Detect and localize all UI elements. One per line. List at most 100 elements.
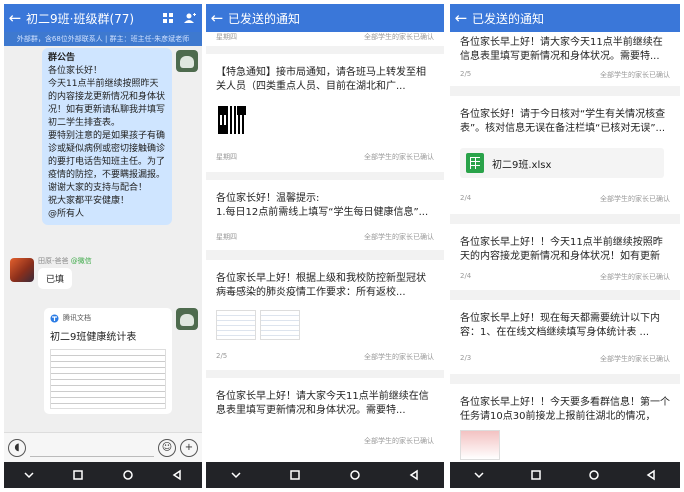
notice-text: 各位家长早上好！现在每天都需要统计以下内容：1、在在线文档继续填写身体统计表 .… [460,313,660,338]
message-list[interactable]: 群公告 各位家长好！ 今天11点半前继续按照昨天的内容接龙更新情况和身体状况！如… [4,46,202,432]
back-triangle-icon[interactable] [645,469,657,481]
notice-text: 各位家长早上好！！今天11点半前继续按照昨天的内容接龙更新情况和身体状况！如有更… [460,237,663,262]
announcement-line: @所有人 [48,209,85,219]
back-arrow-icon[interactable]: ← [4,4,26,32]
notice-date: 2/3 [460,354,472,362]
parent-avatar[interactable] [10,258,34,282]
announcement-line: 要特别注意的是如果孩子有确诊或疑似病例或密切接触确诊的要打电话告知班主任。为了疫… [48,131,166,193]
home-circle-icon[interactable] [122,469,134,481]
spreadsheet-icon [466,153,484,173]
notice-card[interactable]: 各位家长早上好！！今天11点半前继续按照昨天的内容接龙更新情况和身体状况！如有更… [450,224,680,290]
notice-list[interactable]: 各位家长早上好！请大家今天11点半前继续在信息表里填写更新情况和身体状况。需要特… [450,32,680,462]
notice-date: 2/4 [460,194,472,202]
chat-subtitle: 外部群，含68位外部联系人 | 群主：班主任-朱彦斌老师 [4,32,202,46]
notices-screen-2: ← 已发送的通知 各位家长早上好！请大家今天11点半前继续在信息表里填写更新情况… [450,4,680,488]
chat-screen: ← 初二9班·班级群(77) 外部群，含68位外部联系人 | 群主：班主任-朱彦… [4,4,202,488]
notice-status: 全部学生的家长已确认 [364,153,434,161]
notice-status: 全部学生的家长已确认 [364,437,434,445]
tencent-docs-icon [50,314,59,322]
square-icon[interactable] [72,469,84,481]
announcement-line: 祝大家都平安健康！ [48,196,130,206]
notices-header: ← 已发送的通知 [450,4,680,32]
chevron-down-icon[interactable] [23,469,35,481]
attachment-file[interactable]: 初二9班.xlsx [460,148,664,178]
back-triangle-icon[interactable] [171,469,183,481]
voice-icon[interactable]: ◖ [8,438,26,457]
home-circle-icon[interactable] [588,469,600,481]
notice-card[interactable]: 各位家长好！温馨提示: 1.每日12点前需线上填写“学生每日健康信息”... 星… [206,180,444,250]
notice-status: 全部学生的家长已确认 [600,195,670,203]
members-icon[interactable] [184,12,196,24]
notices-title: 已发送的通知 [228,11,301,26]
notice-date: 2/5 [460,70,472,78]
screenshot-collage: ← 初二9班·班级群(77) 外部群，含68位外部联系人 | 群主：班主任-朱彦… [0,0,684,492]
system-nav-bar [206,462,444,488]
back-arrow-icon[interactable]: ← [206,4,228,32]
notices-screen-1: ← 已发送的通知 星期四 全部学生的家长已确认 【特急通知】接市局通知，请各班马上… [206,4,444,488]
doc-source: 腾讯文档 [50,313,166,323]
notice-date: 星期四 [216,33,237,41]
back-arrow-icon[interactable]: ← [450,4,472,32]
message-input[interactable] [30,438,154,457]
notices-header: ← 已发送的通知 [206,4,444,32]
notice-status: 全部学生的家长已确认 [364,33,434,41]
input-bar: ◖ ☺ + [4,432,202,462]
teacher-avatar[interactable] [176,50,198,72]
notice-text: 各位家长早上好！请大家今天11点半前继续在信息表里填写更新情况和身体状况。需要特… [460,37,663,62]
notice-list[interactable]: 星期四 全部学生的家长已确认 【特急通知】接市局通知，请各班马上转发至相关人员（四… [206,32,444,462]
doc-card[interactable]: 腾讯文档 初二9班健康统计表 [44,308,172,414]
notice-text: 各位家长早上好！根据上级和我校防控新型冠状病毒感染的肺炎疫情工作要求：所有返校.… [216,273,426,298]
announcement-line: 今天11点半前继续按照昨天的内容接龙更新情况和身体状况！如有更新请私聊我并填写初… [48,79,166,128]
notice-card[interactable]: 各位家长好！请于今日核对“学生有关情况核查表”。核对信息无误在备注栏填“已核对无… [450,96,680,214]
notice-card[interactable]: 各位家长早上好！请大家今天11点半前继续在信息表里填写更新情况和身体状况。需要特… [450,32,680,86]
notice-status: 全部学生的家长已确认 [364,353,434,361]
notice-text: 各位家长早上好！！今天要多看群信息！第一个任务请10点30前接龙上报前往湖北的情… [460,397,670,422]
notice-status: 全部学生的家长已确认 [364,233,434,241]
notices-title: 已发送的通知 [472,11,545,26]
attachment-thumbnail[interactable] [216,310,256,340]
plus-icon[interactable]: + [180,438,198,457]
chevron-down-icon[interactable] [230,469,242,481]
notice-date: 2/4 [460,272,472,280]
notice-card[interactable]: 各位家长早上好！根据上级和我校防控新型冠状病毒感染的肺炎疫情工作要求：所有返校.… [206,260,444,370]
notice-card[interactable]: 星期四 全部学生的家长已确认 [206,32,444,46]
notice-date: 星期四 [216,153,237,161]
chat-header: ← 初二9班·班级群(77) [4,4,202,32]
square-icon[interactable] [289,469,301,481]
doc-preview-image [50,349,166,409]
teacher-avatar[interactable] [176,308,198,330]
chevron-down-icon[interactable] [473,469,485,481]
home-circle-icon[interactable] [349,469,361,481]
notice-card[interactable]: 各位家长早上好！！今天要多看群信息！第一个任务请10点30前接龙上报前往湖北的情… [450,384,680,462]
notice-text: 各位家长好！请于今日核对“学生有关情况核查表”。核对信息无误在备注栏填“已核对无… [460,109,666,134]
notice-text: 各位家长早上好！请大家今天11点半前继续在信息表里填写更新情况和身体状况。需要特… [216,391,429,416]
doc-title: 初二9班健康统计表 [50,332,137,343]
notice-status: 全部学生的家长已确认 [600,71,670,79]
system-nav-bar [4,462,202,488]
emoji-icon[interactable]: ☺ [158,438,176,457]
notice-date: 2/5 [216,352,228,360]
reply-bubble[interactable]: 已填 [38,268,73,289]
notice-text: 各位家长好！温馨提示: 1.每日12点前需线上填写“学生每日健康信息”... [216,193,429,218]
chat-title: 初二9班·班级群(77) [26,11,135,26]
attachment-thumbnail[interactable] [460,430,500,460]
attachment-filename: 初二9班.xlsx [492,159,552,171]
system-nav-bar [450,462,680,488]
notice-card[interactable]: 【特急通知】接市局通知，请各班马上转发至相关人员（四类重点人员、目前在湖北和广.… [206,54,444,172]
notice-card[interactable]: 各位家长早上好！现在每天都需要统计以下内容：1、在在线文档继续填写身体统计表 .… [450,300,680,374]
wechat-badge: @微信 [70,257,92,265]
notice-card[interactable]: 各位家长早上好！请大家今天11点半前继续在信息表里填写更新情况和身体状况。需要特… [206,378,444,462]
notice-text: 【特急通知】接市局通知，请各班马上转发至相关人员（四类重点人员、目前在湖北和广.… [216,67,426,92]
announcement-bubble[interactable]: 群公告 各位家长好！ 今天11点半前继续按照昨天的内容接龙更新情况和身体状况！如… [42,48,172,225]
attachment-thumbnail[interactable] [260,310,300,340]
square-icon[interactable] [530,469,542,481]
announcement-head: 群公告 [48,53,76,63]
notice-status: 全部学生的家长已确认 [600,273,670,281]
notice-status: 全部学生的家长已确认 [600,355,670,363]
group-info-icon[interactable] [162,12,174,24]
sender-name: 田原-爸爸 @微信 [38,257,92,265]
announcement-line: 各位家长好！ [48,66,103,76]
back-triangle-icon[interactable] [408,469,420,481]
qr-code-image [218,106,246,134]
notice-date: 星期四 [216,233,237,241]
